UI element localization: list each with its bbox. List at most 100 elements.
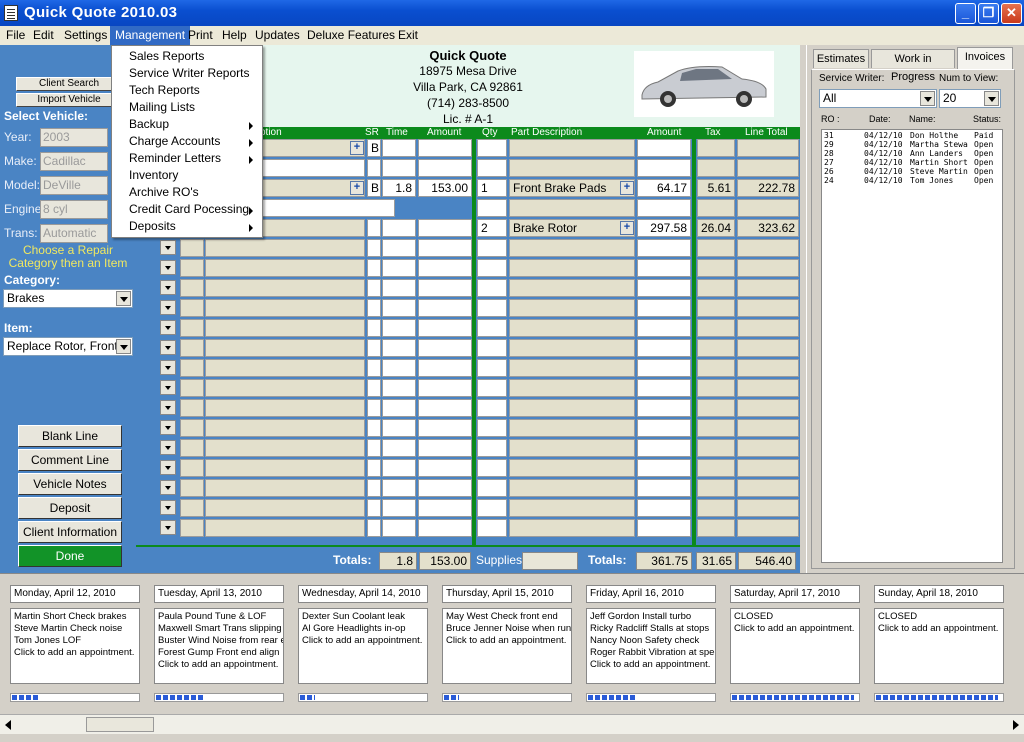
appointment-line[interactable]: Maxwell Smart Trans slipping (158, 623, 282, 635)
table-cell-part[interactable] (509, 239, 635, 257)
calendar-day-header[interactable]: Monday, April 12, 2010 (10, 585, 140, 603)
menu-item-backup[interactable]: Backup (113, 116, 261, 133)
table-cell-desc[interactable] (205, 259, 365, 277)
appointment-line[interactable]: Click to add an appointment. (446, 635, 568, 647)
client-search-button[interactable]: Client Search (16, 77, 122, 91)
table-cell-qty[interactable]: 1 (477, 179, 507, 197)
table-cell-time[interactable] (382, 319, 416, 337)
table-cell-line[interactable] (737, 479, 799, 497)
appointment-line[interactable]: Click to add an appointment. (590, 659, 712, 671)
table-cell-pamount[interactable] (637, 479, 691, 497)
appointment-line[interactable]: CLOSED (878, 611, 1000, 623)
table-cell-desc[interactable] (205, 519, 365, 537)
table-cell-part[interactable] (509, 479, 635, 497)
table-cell-desc[interactable] (205, 439, 365, 457)
table-cell-time[interactable] (382, 439, 416, 457)
vehicle-2-field[interactable]: DeVille (40, 176, 108, 195)
table-cell-desc[interactable] (205, 339, 365, 357)
table-cell-pamount[interactable] (637, 199, 691, 217)
table-cell-qty[interactable] (477, 379, 507, 397)
calendar-day-header[interactable]: Tuesday, April 13, 2010 (154, 585, 284, 603)
chevron-down-icon[interactable] (160, 400, 176, 415)
menu-print[interactable]: Print (183, 26, 218, 45)
table-cell-desc[interactable] (205, 499, 365, 517)
table-cell[interactable] (180, 459, 204, 477)
list-item[interactable]: 31 04/12/10 Don Holthe Paid (824, 131, 1000, 140)
list-item[interactable]: 27 04/12/10 Martin Short Open (824, 158, 1000, 167)
table-cell-time[interactable] (382, 219, 416, 237)
table-cell-part[interactable] (509, 139, 635, 157)
menu-help[interactable]: Help (217, 26, 252, 45)
table-cell-time[interactable] (382, 519, 416, 537)
appointment-line[interactable]: Nancy Noon Safety check (590, 635, 712, 647)
table-cell-time[interactable] (382, 459, 416, 477)
menu-settings[interactable]: Settings (59, 26, 112, 45)
table-cell-amount[interactable] (418, 139, 472, 157)
table-cell-tax[interactable] (697, 379, 735, 397)
table-cell-pamount[interactable] (637, 399, 691, 417)
table-cell-sr[interactable] (367, 359, 381, 377)
table-cell-tax[interactable] (697, 239, 735, 257)
table-cell-desc[interactable] (205, 319, 365, 337)
table-cell-sr[interactable] (367, 279, 381, 297)
scroll-right-icon[interactable] (1013, 720, 1019, 730)
calendar-day-header[interactable]: Saturday, April 17, 2010 (730, 585, 860, 603)
table-cell-sr[interactable] (367, 399, 381, 417)
appointment-line[interactable]: Forest Gump Front end align (158, 647, 280, 659)
table-cell[interactable] (180, 359, 204, 377)
table-cell-time[interactable] (382, 279, 416, 297)
table-cell-line[interactable]: 323.62 (737, 219, 799, 237)
appointment-line[interactable]: Buster Wind Noise from rear er (158, 635, 283, 647)
table-cell-tax[interactable]: 5.61 (697, 179, 735, 197)
table-cell-time[interactable] (382, 159, 416, 177)
menu-exit[interactable]: Exit (393, 26, 423, 45)
scroll-left-icon[interactable] (5, 720, 11, 730)
table-cell-line[interactable] (737, 419, 799, 437)
menu-file[interactable]: File (1, 26, 30, 45)
calendar-day-appointments[interactable]: Martin Short Check brakes Steve Martin Ch… (10, 608, 140, 684)
table-cell-line[interactable] (737, 159, 799, 177)
deposit-button[interactable]: Deposit (18, 497, 122, 519)
calendar-day-appointments[interactable]: May West Check front end Bruce Jenner Noi… (442, 608, 572, 684)
table-cell-tax[interactable] (697, 339, 735, 357)
table-cell-part[interactable] (509, 339, 635, 357)
table-cell-pamount[interactable] (637, 359, 691, 377)
table-cell-tax[interactable] (697, 499, 735, 517)
table-cell-tax[interactable] (697, 259, 735, 277)
appointment-line[interactable]: Tom Jones LOF (14, 635, 136, 647)
table-cell-line[interactable] (737, 519, 799, 537)
table-cell-qty[interactable] (477, 439, 507, 457)
num-to-view-select[interactable]: 20 (939, 89, 1001, 108)
appointment-line[interactable]: Click to add an appointment. (302, 635, 424, 647)
menu-item-mailing-lists[interactable]: Mailing Lists (113, 99, 261, 116)
table-cell-qty[interactable] (477, 479, 507, 497)
table-cell-desc[interactable] (205, 459, 365, 477)
list-item[interactable]: 24 04/12/10 Tom Jones Open (824, 176, 1000, 185)
add-part-icon[interactable]: + (620, 181, 634, 195)
list-item[interactable]: 28 04/12/10 Ann Landers Open (824, 149, 1000, 158)
table-cell-part[interactable] (509, 499, 635, 517)
table-cell-part[interactable] (509, 459, 635, 477)
table-cell-qty[interactable] (477, 279, 507, 297)
table-cell-sr[interactable] (367, 459, 381, 477)
table-cell-amount[interactable] (418, 359, 472, 377)
table-cell-sr[interactable] (367, 519, 381, 537)
chevron-down-icon[interactable] (116, 339, 131, 354)
table-cell-amount[interactable] (418, 219, 472, 237)
table-cell[interactable] (180, 259, 204, 277)
horizontal-scrollbar[interactable] (0, 714, 1024, 734)
add-labor-icon[interactable]: + (350, 141, 364, 155)
table-cell-line[interactable] (737, 499, 799, 517)
table-cell-pamount[interactable] (637, 519, 691, 537)
table-cell-pamount[interactable] (637, 299, 691, 317)
chevron-down-icon[interactable] (160, 360, 176, 375)
blank-line-button[interactable]: Blank Line (18, 425, 122, 447)
table-cell-time[interactable] (382, 359, 416, 377)
category-select[interactable]: Brakes (3, 289, 133, 308)
table-cell-tax[interactable] (697, 439, 735, 457)
table-cell-line[interactable] (737, 399, 799, 417)
menu-item-sales-reports[interactable]: Sales Reports (113, 48, 261, 65)
table-cell-amount[interactable] (418, 519, 472, 537)
table-cell-pamount[interactable] (637, 319, 691, 337)
table-cell-sr[interactable] (367, 339, 381, 357)
